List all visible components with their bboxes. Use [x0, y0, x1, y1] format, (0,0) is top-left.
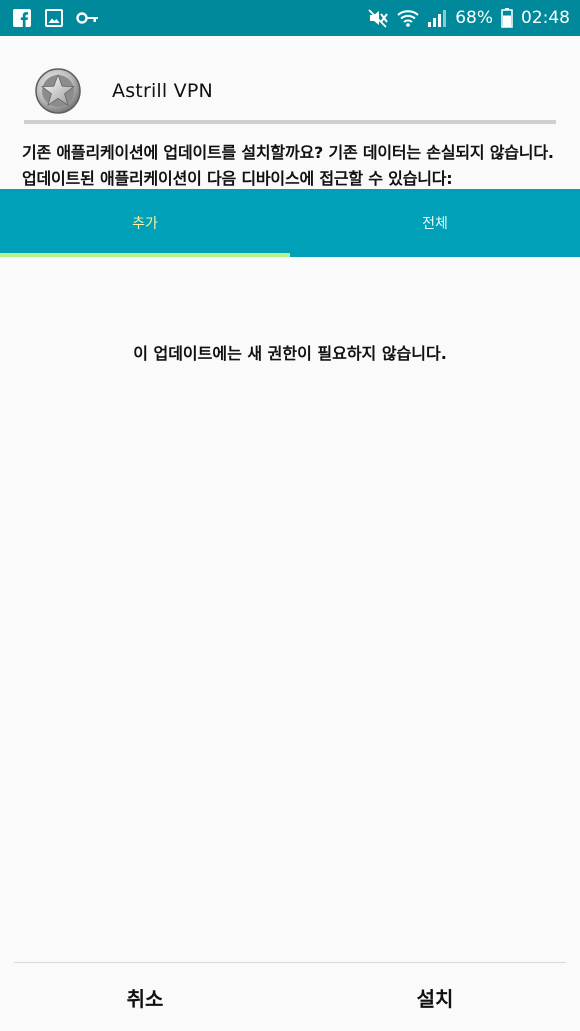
- cancel-button[interactable]: 취소: [0, 963, 290, 1031]
- vpn-key-icon: [76, 11, 100, 25]
- clock: 02:48: [521, 8, 570, 28]
- status-bar-right: 68% 02:48: [359, 8, 570, 28]
- tab-new[interactable]: 추가: [0, 189, 290, 257]
- battery-percent: 68%: [455, 8, 493, 28]
- permission-tabs: 추가 전체: [0, 189, 580, 257]
- facebook-icon: [12, 8, 32, 28]
- status-bar: 68% 02:48: [0, 0, 580, 36]
- gallery-icon: [44, 8, 64, 28]
- app-header: Astrill VPN: [24, 62, 564, 120]
- astrill-star-icon: [34, 67, 82, 115]
- mute-icon: [367, 8, 389, 28]
- app-name: Astrill VPN: [112, 80, 213, 102]
- signal-icon: [427, 9, 447, 27]
- battery-icon: [501, 8, 513, 28]
- button-row: 취소 설치: [0, 963, 580, 1031]
- tab-all[interactable]: 전체: [290, 189, 580, 257]
- header-divider: [24, 120, 556, 124]
- no-new-permissions-message: 이 업데이트에는 새 권한이 필요하지 않습니다.: [133, 344, 447, 363]
- install-description: 기존 애플리케이션에 업데이트를 설치할까요? 기존 데이터는 손실되지 않습니…: [22, 143, 554, 188]
- wifi-icon: [397, 8, 419, 28]
- status-bar-left: [12, 8, 112, 28]
- install-button[interactable]: 설치: [290, 963, 580, 1031]
